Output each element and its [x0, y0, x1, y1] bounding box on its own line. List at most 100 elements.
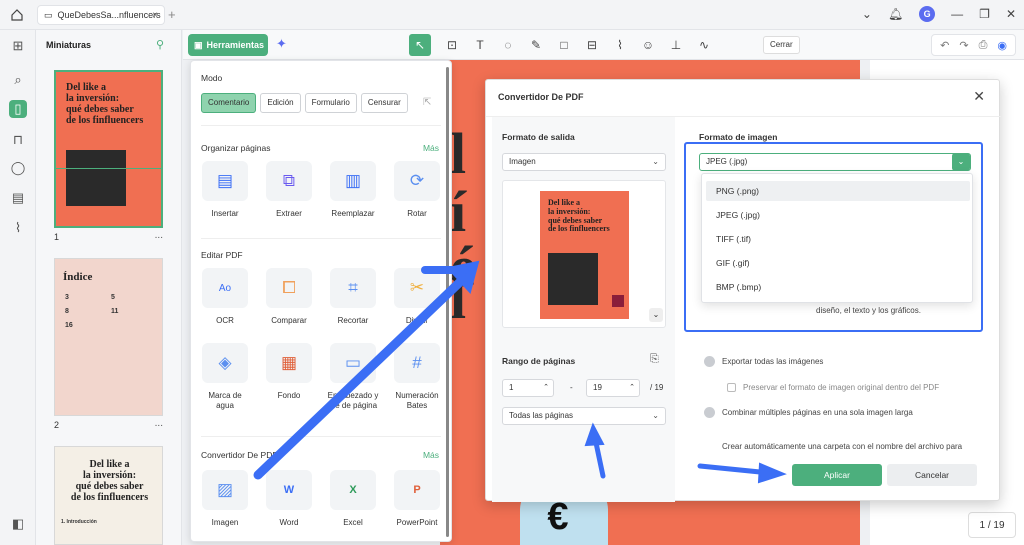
bates-tool[interactable]: # Numeración Bates	[391, 343, 443, 411]
stepper-icon[interactable]: ⌃	[629, 380, 635, 396]
layers-icon[interactable]: ▤	[10, 190, 26, 206]
panel-toggle-icon[interactable]: ⊞	[10, 38, 26, 54]
preview-page: Del like a la inversión: qué debes saber…	[540, 191, 629, 319]
format-option-png[interactable]: PNG (.png)	[706, 181, 970, 201]
chevron-down-icon[interactable]: ⌄	[862, 7, 872, 21]
home-icon[interactable]	[10, 8, 24, 22]
thumbnail-title: Del like a la inversión: qué debes saber…	[70, 459, 149, 503]
sticker-icon[interactable]: ☺	[641, 38, 655, 52]
apply-button[interactable]: Aplicar	[792, 464, 882, 486]
output-format-select[interactable]: Imagen ⌄	[502, 153, 666, 171]
highlighter-icon[interactable]: ✎	[529, 38, 543, 52]
stamp-icon[interactable]: ⊥	[669, 38, 683, 52]
convert-excel-tool[interactable]: X Excel	[327, 470, 379, 528]
split-tool[interactable]: ✂ Dividir	[391, 268, 443, 326]
paperclip-icon[interactable]: ⌇	[613, 38, 627, 52]
signature-icon[interactable]: ∿	[697, 38, 711, 52]
background-tool[interactable]: ▦ Fondo	[263, 343, 315, 401]
close-tools-button[interactable]: Cerrar	[763, 36, 800, 54]
mode-form-button[interactable]: Formulario	[304, 93, 357, 113]
window-controls: ⌄ 🔔︎ G — ❐ ✕	[862, 6, 1016, 22]
add-tab-button[interactable]: +	[168, 7, 176, 22]
tools-button[interactable]: ▣ Herramientas	[188, 34, 268, 56]
format-option-bmp[interactable]: BMP (.bmp)	[706, 277, 970, 297]
menu-scrollbar[interactable]	[446, 67, 449, 537]
avatar[interactable]: G	[919, 6, 936, 22]
range-total: / 19	[650, 383, 664, 392]
page-range-options-icon[interactable]: ⎘	[650, 353, 659, 366]
more-organize-link[interactable]: Más	[423, 143, 439, 153]
combine-pages-label: Combinar múltiples páginas en una sola i…	[722, 408, 913, 417]
format-option-tiff[interactable]: TIFF (.tif)	[706, 229, 970, 249]
save-icon[interactable]: ⎙	[979, 39, 988, 52]
compare-tool[interactable]: ⧠ Comparar	[263, 268, 315, 326]
page-indicator[interactable]: 1 / 19	[968, 512, 1016, 538]
convert-image-tool[interactable]: ▨ Imagen	[199, 470, 251, 528]
export-all-radio[interactable]	[704, 356, 715, 367]
pin-icon[interactable]: ⚲	[156, 38, 164, 51]
thumbnail-page-1[interactable]: Del like a la inversión: qué debes saber…	[54, 70, 163, 242]
measure-icon[interactable]: ⊟	[585, 38, 599, 52]
convert-powerpoint-tool[interactable]: P PowerPoint	[391, 470, 443, 528]
select-cursor-icon[interactable]: ↖	[409, 34, 431, 56]
extract-page-icon: ⧉	[266, 161, 312, 201]
sidebar-collapse-icon[interactable]: ◧	[10, 516, 26, 532]
ai-assistant-icon[interactable]: ◉	[997, 39, 1007, 52]
mode-edit-button[interactable]: Edición	[260, 93, 301, 113]
ocr-tool[interactable]: Ao OCR	[199, 268, 251, 326]
thumbnails-icon[interactable]: ▯	[9, 100, 27, 118]
restore-icon[interactable]: ❐	[979, 7, 990, 21]
header-footer-tool[interactable]: ▭ Encabezado y pie de página	[327, 343, 379, 411]
more-icon[interactable]: ...	[155, 230, 163, 241]
extract-tool[interactable]: ⧉ Extraer	[263, 161, 315, 219]
cancel-button[interactable]: Cancelar	[887, 464, 977, 486]
close-window-icon[interactable]: ✕	[1006, 7, 1016, 21]
document-tab[interactable]: ▭ QueDebesSa...nfluencers ×	[37, 5, 165, 25]
close-icon[interactable]: ✕	[973, 88, 985, 105]
toolbox-icon: ▣	[194, 39, 203, 50]
bookmark-icon[interactable]: ⊓	[10, 132, 26, 148]
combine-pages-radio[interactable]	[704, 407, 715, 418]
title-bar: ▭ QueDebesSa...nfluencers × + ⌄ 🔔︎ G — ❐…	[0, 0, 1024, 30]
comment-tool-icon[interactable]: ◌	[501, 38, 515, 52]
redo-icon[interactable]: ↷	[959, 39, 968, 52]
text-tool-icon[interactable]: T	[473, 38, 487, 52]
rotate-page-icon: ⟳	[394, 161, 440, 201]
external-link-icon[interactable]: ⇱	[423, 97, 431, 108]
more-icon[interactable]: ...	[155, 418, 163, 429]
attachment-icon[interactable]: ⌇	[10, 220, 26, 236]
search-icon[interactable]: ⌕	[10, 72, 26, 88]
close-tab-icon[interactable]: ×	[152, 10, 158, 21]
pages-select[interactable]: Todas las páginas ⌄	[502, 407, 666, 425]
export-all-label: Exportar todas las imágenes	[722, 357, 824, 366]
preview-title: Del like a la inversión: qué debes saber…	[548, 198, 610, 234]
rotate-tool[interactable]: ⟳ Rotar	[391, 161, 443, 219]
undo-icon[interactable]: ↶	[940, 39, 949, 52]
watermark-tool[interactable]: ◈ Marca de agua	[199, 343, 251, 411]
range-from-input[interactable]: 1 ⌃	[502, 379, 554, 397]
shape-icon[interactable]: □	[557, 38, 571, 52]
format-option-jpeg[interactable]: JPEG (.jpg)	[706, 205, 970, 225]
preview-collapse-icon[interactable]: ⌄	[649, 308, 663, 322]
crop-tool[interactable]: ⌗ Recortar	[327, 268, 379, 326]
image-format-select[interactable]: JPEG (.jpg) ⌄	[699, 153, 971, 171]
bell-icon[interactable]: 🔔︎	[888, 7, 903, 21]
insert-tool[interactable]: ▤ Insertar	[199, 161, 251, 219]
thumbnail-page-3[interactable]: Del like a la inversión: qué debes saber…	[54, 446, 163, 545]
stepper-icon[interactable]: ⌃	[543, 380, 549, 396]
mode-comment-button[interactable]: Comentario	[201, 93, 257, 113]
mode-redact-button[interactable]: Censurar	[360, 93, 408, 113]
ai-sparkle-icon[interactable]: ✦	[276, 36, 287, 52]
format-option-gif[interactable]: GIF (.gif)	[706, 253, 970, 273]
replace-tool[interactable]: ▥ Reemplazar	[327, 161, 379, 219]
chevron-down-icon[interactable]: ⌄	[952, 153, 970, 171]
range-to-input[interactable]: 19 ⌃	[586, 379, 640, 397]
more-convert-link[interactable]: Más	[423, 450, 439, 460]
thumbnail-illustration	[66, 150, 126, 206]
convert-word-tool[interactable]: W Word	[263, 470, 315, 528]
comment-icon[interactable]: ◯	[10, 160, 26, 176]
preserve-format-checkbox[interactable]	[727, 383, 736, 392]
area-select-icon[interactable]: ⊡	[445, 38, 459, 52]
minimize-icon[interactable]: —	[951, 7, 963, 21]
thumbnail-page-2[interactable]: Índice 3 8 16 5 11 2 ...	[54, 258, 163, 430]
